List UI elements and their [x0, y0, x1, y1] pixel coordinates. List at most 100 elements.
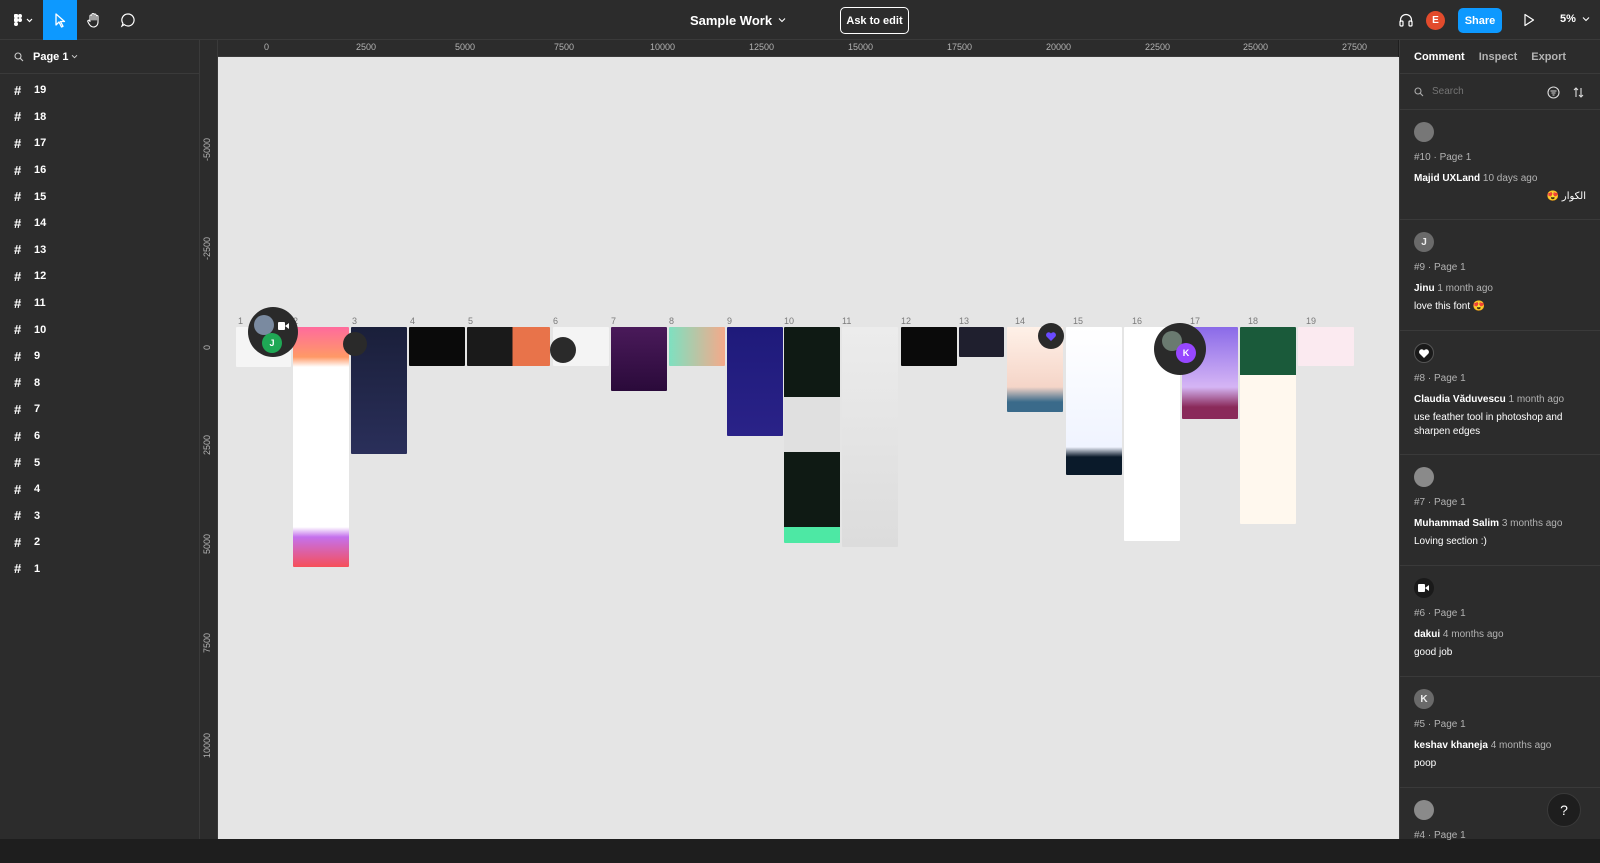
frame-9[interactable]: [727, 327, 783, 436]
comment-meta: Jinu 1 month ago: [1414, 283, 1586, 294]
share-button[interactable]: Share: [1458, 8, 1502, 33]
frame-label: 12: [901, 316, 912, 326]
frame-10[interactable]: [784, 327, 840, 543]
layer-frame-17[interactable]: #17: [0, 130, 199, 157]
comment-item[interactable]: J #9 · Page 1 Jinu 1 month ago love this…: [1400, 220, 1600, 331]
avatar: J: [1414, 232, 1434, 252]
user-avatar[interactable]: E: [1426, 11, 1445, 30]
layer-frame-1[interactable]: #1: [0, 556, 199, 583]
frame-13[interactable]: [959, 327, 1004, 357]
layer-frame-4[interactable]: #4: [0, 476, 199, 503]
frame-5[interactable]: [467, 327, 550, 366]
layer-label: 6: [34, 430, 41, 443]
layer-frame-19[interactable]: #19: [0, 77, 199, 104]
frame-icon: #: [14, 348, 22, 364]
ruler-tick: 7500: [554, 42, 575, 52]
frame-icon: #: [14, 455, 22, 471]
document-title-button[interactable]: Sample Work: [690, 13, 786, 28]
layer-frame-3[interactable]: #3: [0, 503, 199, 530]
frame-15[interactable]: [1066, 327, 1122, 475]
comment-item[interactable]: #7 · Page 1 Muhammad Salim 3 months ago …: [1400, 455, 1600, 566]
layers-panel: Page 1 #19 #18 #17 #16 #15 #14 #13 #12 #…: [0, 40, 200, 839]
layer-frame-5[interactable]: #5: [0, 449, 199, 476]
layer-frame-11[interactable]: #11: [0, 290, 199, 317]
layer-frame-6[interactable]: #6: [0, 423, 199, 450]
ruler-tick: 17500: [947, 42, 973, 52]
tab-inspect[interactable]: Inspect: [1479, 51, 1518, 63]
comment-meta: dakui 4 months ago: [1414, 629, 1586, 640]
comment-author: keshav khaneja: [1414, 740, 1488, 751]
avatar: J: [262, 333, 282, 353]
main-menu-button[interactable]: [6, 0, 40, 40]
tab-comment[interactable]: Comment: [1414, 51, 1465, 63]
layer-frame-16[interactable]: #16: [0, 157, 199, 184]
layer-frame-8[interactable]: #8: [0, 370, 199, 397]
move-tool-button[interactable]: [43, 0, 77, 40]
layer-frame-7[interactable]: #7: [0, 396, 199, 423]
frame-icon: #: [14, 189, 22, 205]
search-input[interactable]: [1432, 86, 1542, 97]
figma-logo-icon: [14, 14, 33, 26]
comment-item[interactable]: #10 · Page 1 Majid UXLand 10 days ago 😍 …: [1400, 110, 1600, 220]
avatar: [1414, 343, 1434, 363]
frame-icon: #: [14, 561, 22, 577]
chevron-down-icon: [1582, 17, 1590, 22]
frame-11[interactable]: [842, 327, 898, 547]
comment-item[interactable]: K #5 · Page 1 keshav khaneja 4 months ag…: [1400, 677, 1600, 788]
layer-frame-10[interactable]: #10: [0, 316, 199, 343]
layer-frame-13[interactable]: #13: [0, 237, 199, 264]
layer-frame-2[interactable]: #2: [0, 529, 199, 556]
zoom-menu-button[interactable]: 5%: [1560, 13, 1590, 25]
frame-8[interactable]: [669, 327, 725, 366]
layer-label: 15: [34, 190, 47, 203]
comment-list: #10 · Page 1 Majid UXLand 10 days ago 😍 …: [1400, 110, 1600, 863]
design-canvas[interactable]: 1 2 3 4 5 6 7 8 9 10 11 12 13 14 15 16 1…: [218, 57, 1399, 839]
cursor-arrow-icon: [55, 13, 66, 28]
layer-label: 16: [34, 164, 47, 177]
sort-icon[interactable]: [1572, 86, 1585, 99]
page-label: Page 1: [33, 50, 69, 63]
frame-label: 7: [611, 316, 617, 326]
video-icon: [1418, 584, 1429, 592]
help-button[interactable]: ?: [1547, 793, 1581, 827]
audio-chat-button[interactable]: [1392, 0, 1420, 40]
ruler-tick: -5000: [202, 137, 212, 161]
comment-item[interactable]: #8 · Page 1 Claudia Văduvescu 1 month ag…: [1400, 331, 1600, 455]
frame-4[interactable]: [409, 327, 465, 366]
collaborator-cursor: [1038, 323, 1064, 349]
video-icon: [278, 322, 289, 330]
hand-tool-button[interactable]: [77, 0, 111, 40]
frame-icon: #: [14, 295, 22, 311]
comment-item[interactable]: #6 · Page 1 dakui 4 months ago good job: [1400, 566, 1600, 677]
comment-tool-button[interactable]: [111, 0, 145, 40]
document-title-area: Sample Work: [0, 0, 1600, 40]
layer-frame-15[interactable]: #15: [0, 183, 199, 210]
play-icon: [1524, 13, 1535, 27]
present-button[interactable]: [1514, 0, 1544, 40]
frame-label: 11: [842, 316, 852, 326]
frame-12[interactable]: [901, 327, 957, 366]
top-toolbar: Sample Work Ask to edit E Share 5%: [0, 0, 1600, 40]
frame-icon: #: [14, 322, 22, 338]
ask-to-edit-button[interactable]: Ask to edit: [840, 7, 909, 34]
layer-frame-12[interactable]: #12: [0, 263, 199, 290]
layer-label: 8: [34, 376, 41, 389]
page-selector[interactable]: Page 1: [0, 40, 199, 74]
frame-2[interactable]: [293, 327, 349, 567]
frame-19[interactable]: [1298, 327, 1354, 366]
zoom-level: 5%: [1560, 13, 1576, 25]
layer-frame-14[interactable]: #14: [0, 210, 199, 237]
layer-label: 19: [34, 84, 47, 97]
filter-icon[interactable]: [1547, 86, 1560, 99]
comment-id: #5 · Page 1: [1414, 719, 1466, 730]
layer-frame-18[interactable]: #18: [0, 104, 199, 131]
vertical-ruler: -5000 -2500 0 2500 5000 7500 10000: [200, 40, 218, 839]
layer-label: 1: [34, 562, 41, 575]
frame-label: 4: [410, 316, 416, 326]
hand-icon: [87, 12, 99, 28]
collaborator-cursor: J: [248, 307, 298, 357]
layer-frame-9[interactable]: #9: [0, 343, 199, 370]
frame-7[interactable]: [611, 327, 667, 391]
tab-export[interactable]: Export: [1531, 51, 1566, 63]
frame-18[interactable]: [1240, 327, 1296, 524]
